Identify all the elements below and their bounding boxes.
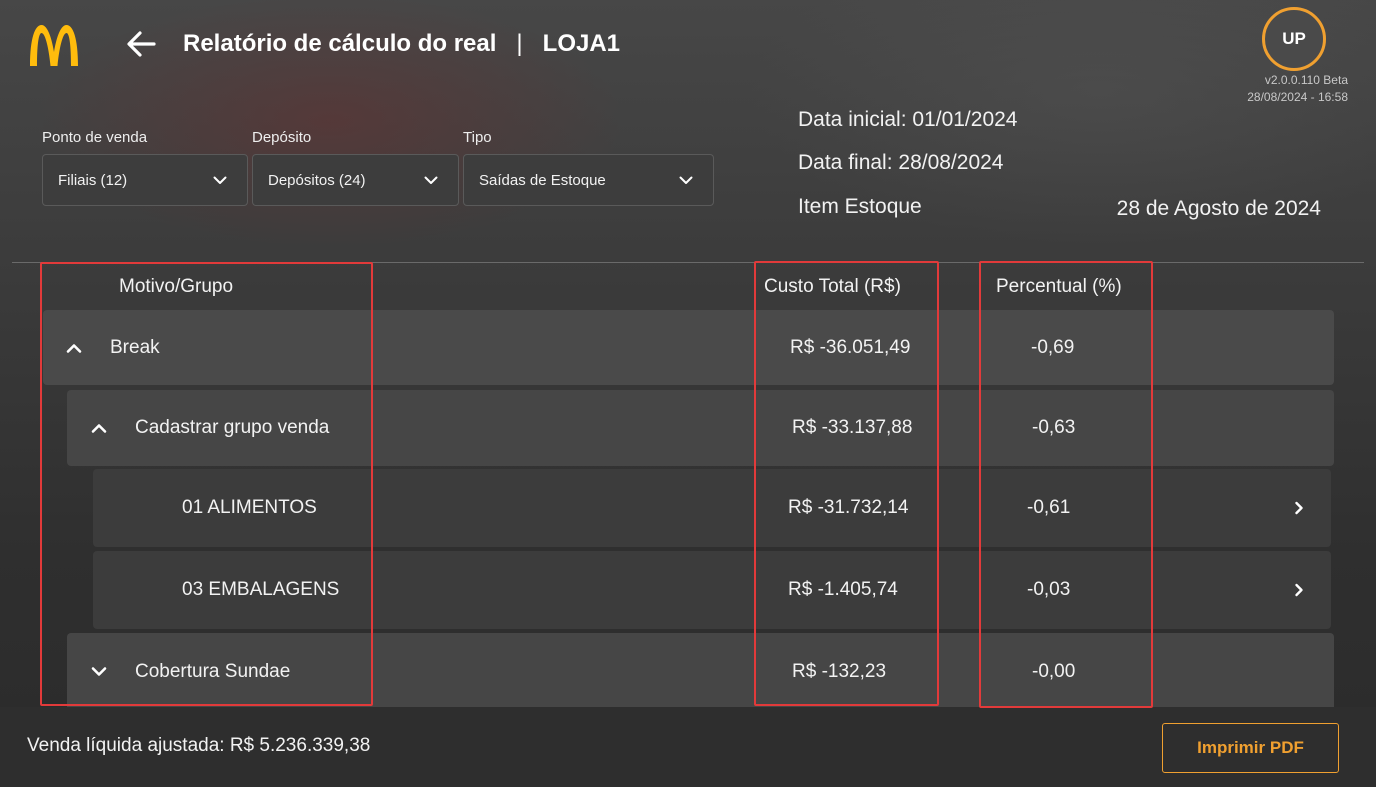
row-percent: -0,61 — [1027, 497, 1071, 518]
row-name: Break — [110, 336, 160, 358]
chevron-up-icon[interactable] — [66, 342, 82, 353]
row-name: 01 ALIMENTOS — [182, 497, 317, 518]
select-value: Filiais (12) — [58, 171, 128, 189]
table-row-cobertura-sundae[interactable]: Cobertura Sundae R$ -132,23 -0,00 — [67, 633, 1334, 711]
start-date: Data inicial: 01/01/2024 — [798, 108, 1018, 131]
row-name: Cadastrar grupo venda — [135, 417, 330, 438]
column-header-custo-total: Custo Total (R$) — [764, 276, 901, 297]
title-separator: | — [516, 30, 523, 57]
row-cost: R$ -31.732,14 — [788, 497, 909, 518]
row-percent: -0,63 — [1032, 417, 1076, 438]
current-datetime: 28/08/2024 - 16:58 — [1247, 90, 1348, 104]
report-title: Relatório de cálculo do real — [183, 30, 497, 57]
filter-label-deposito: Depósito — [252, 129, 312, 146]
table-row-cadastrar-grupo-venda[interactable]: Cadastrar grupo venda R$ -33.137,88 -0,6… — [67, 390, 1334, 466]
select-tipo[interactable]: Saídas de Estoque — [463, 154, 714, 206]
row-cost: R$ -132,23 — [792, 661, 887, 682]
divider — [12, 262, 1364, 263]
table-row-03-embalagens[interactable]: 03 EMBALAGENS R$ -1.405,74 -0,03 — [93, 551, 1331, 629]
row-percent: -0,00 — [1032, 661, 1076, 682]
print-pdf-button[interactable]: Imprimir PDF — [1162, 723, 1339, 773]
row-name: Cobertura Sundae — [135, 661, 291, 682]
report-screen: Relatório de cálculo do real | LOJA1 UP v2… — [0, 0, 1376, 787]
chevron-down-icon[interactable] — [91, 667, 107, 678]
store-name: LOJA1 — [542, 30, 621, 57]
chevron-right-icon[interactable] — [1294, 583, 1304, 598]
end-date: Data final: 28/08/2024 — [798, 151, 1004, 174]
select-ponto-de-venda[interactable]: Filiais (12) — [42, 154, 248, 206]
chevron-down-icon — [424, 176, 438, 184]
row-name: 03 EMBALAGENS — [182, 579, 340, 600]
row-cost: R$ -36.051,49 — [790, 336, 911, 358]
avatar-initials: UP — [1282, 29, 1306, 48]
net-sales-total: Venda líquida ajustada: R$ 5.236.339,38 — [27, 735, 371, 756]
row-percent: -0,69 — [1031, 336, 1075, 358]
select-value: Depósitos (24) — [268, 171, 366, 189]
user-avatar[interactable]: UP — [1262, 7, 1326, 71]
item-type: Item Estoque — [798, 195, 922, 218]
chevron-down-icon — [679, 176, 693, 184]
row-cost: R$ -1.405,74 — [788, 579, 898, 600]
select-deposito[interactable]: Depósitos (24) — [252, 154, 459, 206]
filter-label-tipo: Tipo — [463, 129, 492, 146]
page-title: Relatório de cálculo do real | LOJA1 — [183, 30, 620, 58]
row-cost: R$ -33.137,88 — [792, 417, 913, 438]
table-row-break[interactable]: Break R$ -36.051,49 -0,69 — [43, 310, 1334, 385]
row-percent: -0,03 — [1027, 579, 1071, 600]
chevron-down-icon — [213, 176, 227, 184]
chevron-up-icon[interactable] — [91, 423, 107, 434]
table-row-01-alimentos[interactable]: 01 ALIMENTOS R$ -31.732,14 -0,61 — [93, 469, 1331, 547]
version-info: v2.0.0.110 Beta 28/08/2024 - 16:58 — [1247, 72, 1348, 106]
chevron-right-icon[interactable] — [1294, 501, 1304, 516]
column-header-motivo-grupo: Motivo/Grupo — [119, 276, 234, 297]
filter-label-ponto-de-venda: Ponto de venda — [42, 129, 148, 146]
mcdonalds-logo — [30, 25, 78, 66]
app-version: v2.0.0.110 Beta — [1264, 73, 1348, 87]
back-arrow-icon[interactable] — [124, 28, 158, 60]
column-header-percentual: Percentual (%) — [996, 276, 1122, 297]
select-value: Saídas de Estoque — [479, 171, 606, 189]
report-date: 28 de Agosto de 2024 — [1116, 197, 1321, 220]
